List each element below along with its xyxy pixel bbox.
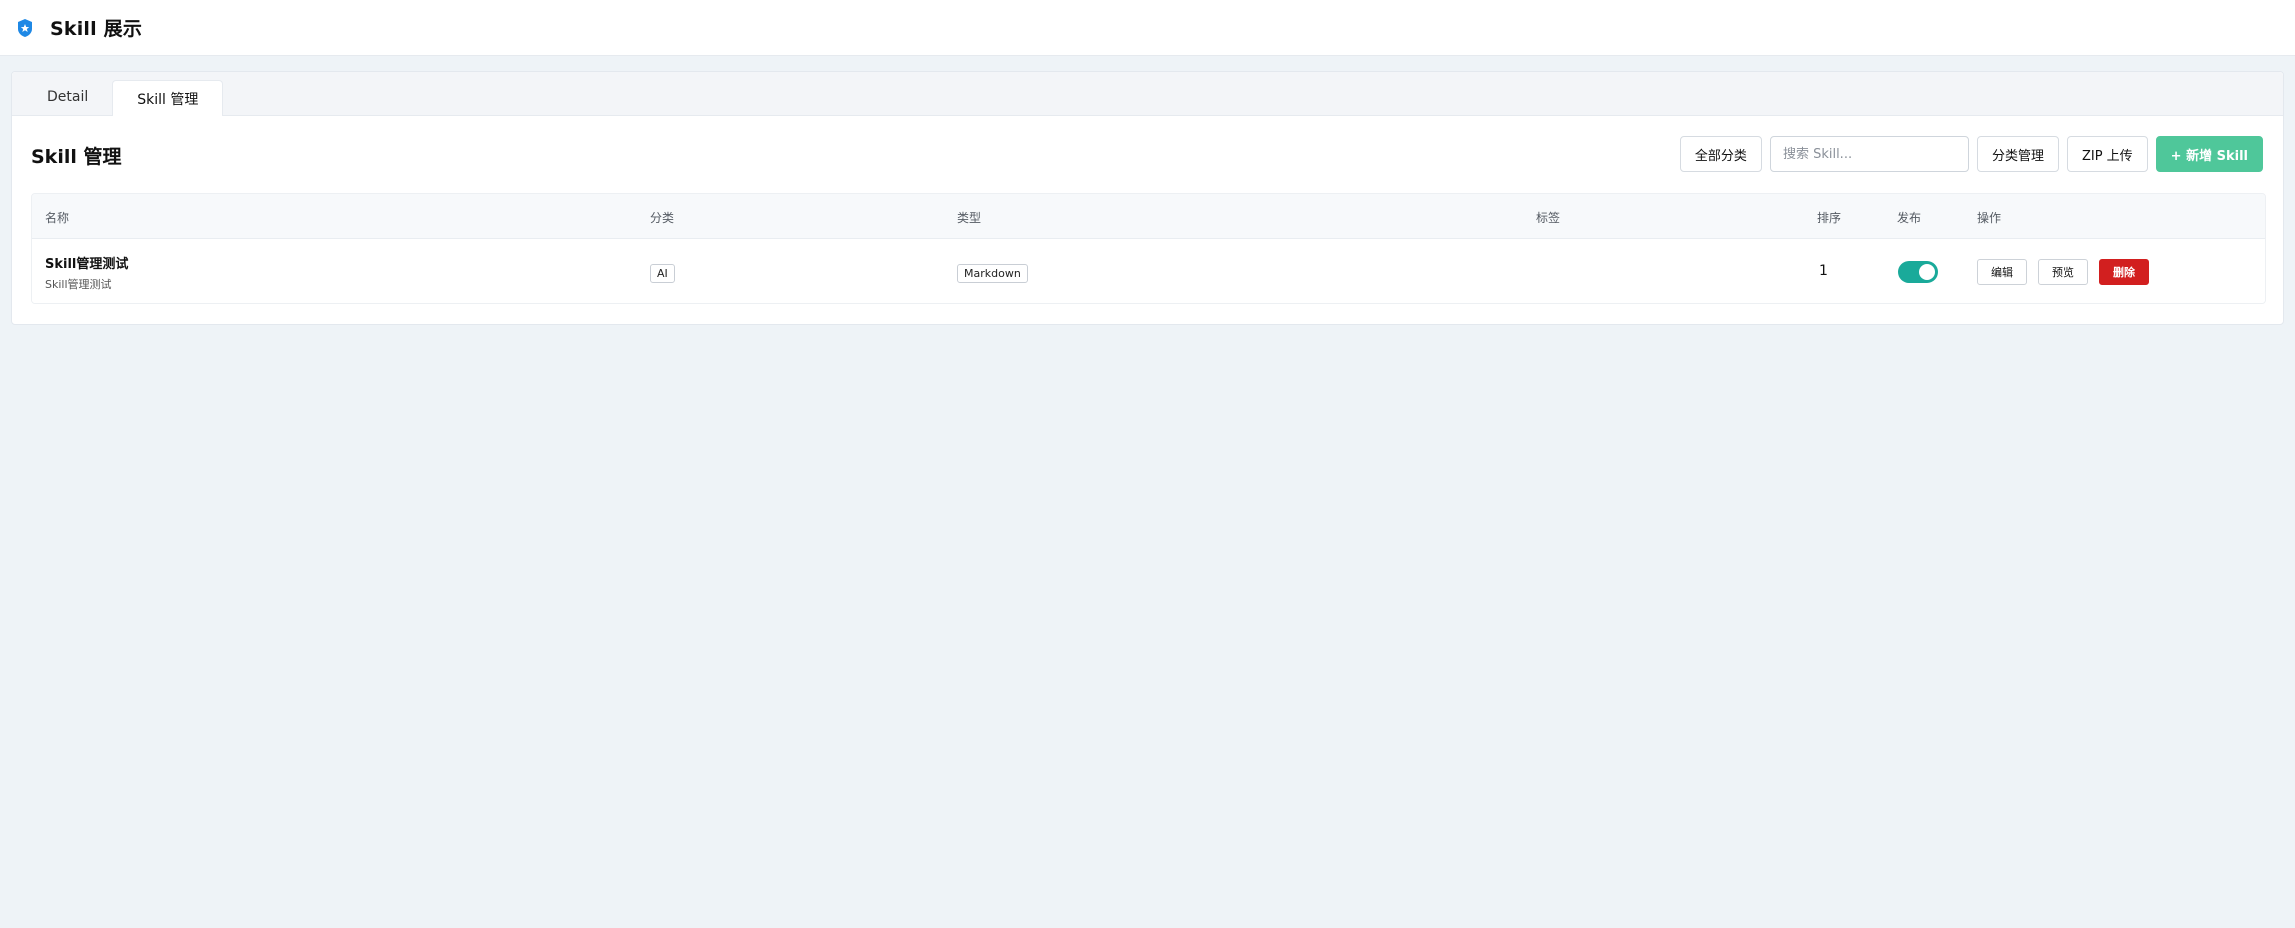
- delete-button[interactable]: 删除: [2099, 259, 2149, 285]
- order-value: 1: [1819, 263, 1828, 279]
- table-header: 名称 分类 类型 标签 排序 发布 操作: [32, 194, 2265, 239]
- skill-name-cell: Skill管理测试 Skill管理测试: [45, 253, 128, 292]
- column-header-published: 发布: [1897, 211, 1922, 225]
- add-skill-button[interactable]: + 新增 Skill: [2155, 136, 2263, 172]
- tab-bar: Detail Skill 管理: [12, 72, 2283, 116]
- category-filter-select[interactable]: 全部分类: [1679, 136, 1762, 172]
- toolbar: 全部分类 分类管理 ZIP 上传 + 新增 Skill: [1679, 136, 2263, 172]
- type-tag: Markdown: [957, 264, 1028, 283]
- type-cell: Markdown: [957, 262, 1028, 283]
- column-header-actions: 操作: [1977, 211, 2002, 225]
- category-tag: AI: [650, 264, 675, 283]
- column-header-category: 分类: [650, 211, 675, 225]
- skill-name: Skill管理测试: [45, 257, 129, 272]
- preview-button[interactable]: 预览: [2038, 259, 2088, 285]
- skill-panel: Detail Skill 管理 Skill 管理 全部分类 分类管理 ZIP 上…: [11, 71, 2284, 325]
- category-cell: AI: [650, 262, 675, 283]
- table-row: Skill管理测试 Skill管理测试 AI Markdown 1 编辑 预览 …: [32, 239, 2265, 303]
- skill-description: Skill管理测试: [45, 278, 112, 291]
- skill-table: 名称 分类 类型 标签 排序 发布 操作 Skill管理测试 Skill管理测试…: [31, 193, 2266, 304]
- column-header-type: 类型: [957, 211, 982, 225]
- column-header-name: 名称: [45, 211, 70, 225]
- app-title: Skill 展示: [50, 18, 143, 40]
- badge-star-icon: [16, 17, 36, 39]
- section-title: Skill 管理: [31, 146, 122, 168]
- manage-categories-button[interactable]: 分类管理: [1976, 136, 2059, 172]
- toggle-knob: [1919, 264, 1935, 280]
- publish-toggle-cell: [1898, 261, 1938, 283]
- tab-skill-manage[interactable]: Skill 管理: [112, 80, 224, 116]
- tab-detail[interactable]: Detail: [23, 79, 112, 115]
- column-header-tags: 标签: [1536, 211, 1561, 225]
- actions-cell: 编辑 预览 删除: [1977, 259, 2149, 285]
- section-header: Skill 管理 全部分类 分类管理 ZIP 上传 + 新增 Skill: [12, 136, 2283, 176]
- zip-upload-button[interactable]: ZIP 上传: [2066, 136, 2148, 172]
- edit-button[interactable]: 编辑: [1977, 259, 2027, 285]
- top-bar: Skill 展示: [0, 0, 2295, 56]
- publish-toggle[interactable]: [1898, 261, 1938, 283]
- column-header-order: 排序: [1817, 211, 1842, 225]
- search-input[interactable]: [1769, 136, 1969, 172]
